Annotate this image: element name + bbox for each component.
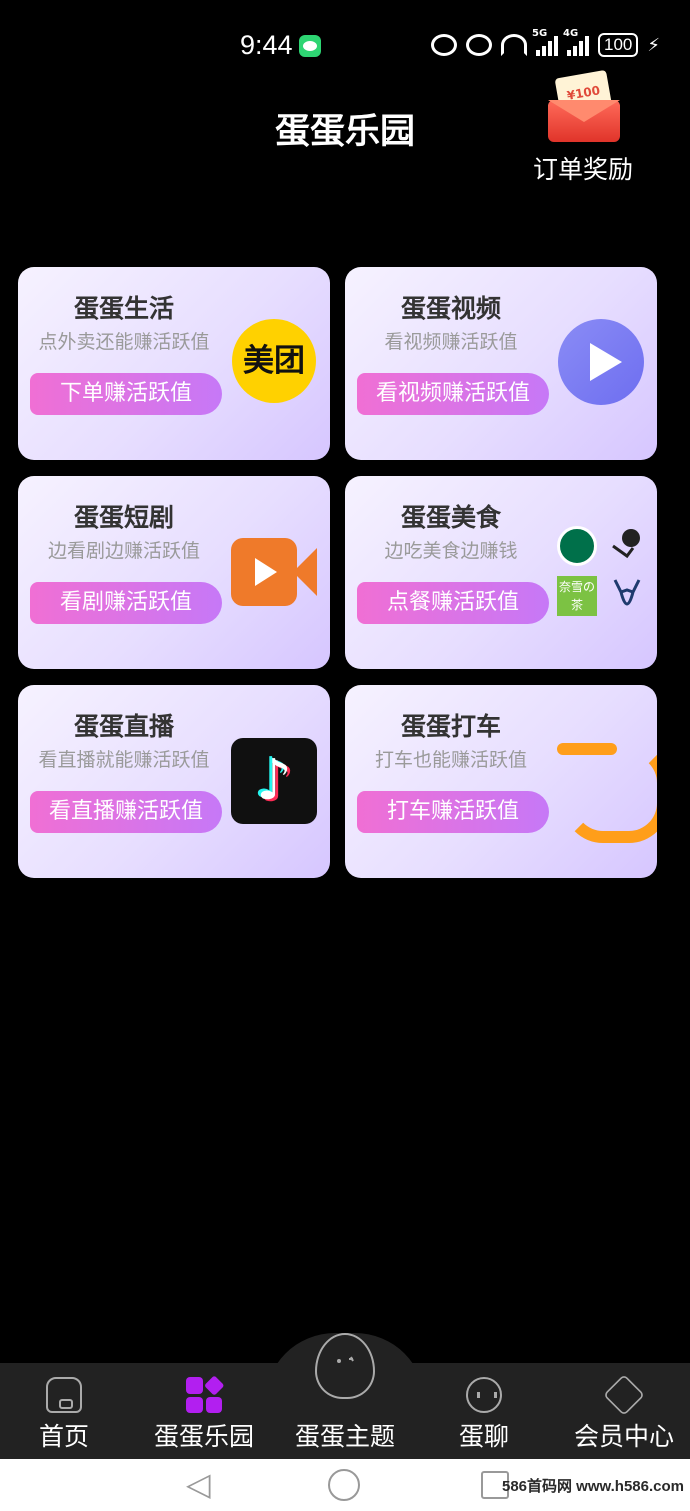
meituan-logo: 美团: [232, 319, 316, 403]
nav-item-chat[interactable]: 蛋聊: [415, 1363, 553, 1459]
card-subtitle: 看视频赚活跃值: [384, 331, 518, 353]
alarm-icon: [465, 34, 492, 56]
nav-label: 蛋蛋乐园: [153, 1422, 254, 1451]
order-reward-button[interactable]: ¥100 订单奖励: [522, 68, 644, 186]
nav-item-home[interactable]: 首页: [0, 1363, 133, 1459]
home-circle-icon[interactable]: [328, 1469, 360, 1501]
status-time: 9:44: [240, 30, 293, 60]
nayuki-logo: 奈雪の茶: [557, 576, 597, 616]
video-camera-icon: [231, 538, 317, 606]
order-reward-label: 订单奖励: [532, 155, 633, 184]
card-title: 蛋蛋打车: [400, 712, 501, 741]
card-subtitle: 打车也能赚活跃值: [374, 749, 527, 771]
red-envelope-icon: ¥100: [544, 68, 622, 146]
nav-item-park[interactable]: 蛋蛋乐园: [135, 1363, 273, 1459]
card-title: 蛋蛋直播: [73, 712, 174, 741]
play-icon: [558, 319, 644, 405]
card-subtitle: 看直播就能赚活跃值: [38, 749, 210, 771]
nav-label: 首页: [38, 1422, 89, 1451]
card-subtitle: 边吃美食边赚钱: [384, 540, 518, 562]
status-icons: 5G 4G 100 ⚡: [430, 28, 660, 60]
nav-label: 蛋蛋主题: [294, 1422, 395, 1451]
card-life[interactable]: 蛋蛋生活 点外卖还能赚活跃值 下单赚活跃值 美团: [18, 267, 330, 460]
card-video[interactable]: 蛋蛋视频 看视频赚活跃值 看视频赚活跃值: [345, 267, 657, 460]
battery-indicator: 100: [597, 33, 639, 57]
food-brands-logo: 奈雪の茶: [557, 526, 647, 616]
watch-drama-earn-button[interactable]: 看剧赚活跃值: [30, 582, 222, 624]
egg-icon: [315, 1333, 375, 1399]
signal-5g-icon: 5G: [532, 28, 558, 56]
home-icon: [46, 1377, 82, 1413]
card-taxi[interactable]: 蛋蛋打车 打车也能赚活跃值 打车赚活跃值: [345, 685, 657, 878]
watch-live-earn-button[interactable]: 看直播赚活跃值: [30, 791, 222, 833]
heytea-logo: [607, 526, 647, 566]
park-icon: [186, 1375, 224, 1413]
watch-video-earn-button[interactable]: 看视频赚活跃值: [357, 373, 549, 415]
card-title: 蛋蛋视频: [400, 294, 501, 323]
system-nav-bar: 586首码网 www.h586.com: [0, 1459, 690, 1511]
nav-item-vip[interactable]: 会员中心: [555, 1363, 690, 1459]
chat-icon: [466, 1377, 502, 1413]
card-subtitle: 边看剧边赚活跃值: [47, 540, 200, 562]
deer-logo: [607, 576, 647, 616]
tiktok-logo: ♪: [231, 738, 317, 824]
nav-label: 会员中心: [573, 1422, 674, 1451]
card-food[interactable]: 蛋蛋美食 边吃美食边赚钱 点餐赚活跃值 奈雪の茶: [345, 476, 657, 669]
order-earn-button[interactable]: 下单赚活跃值: [30, 373, 222, 415]
card-title: 蛋蛋美食: [400, 503, 501, 532]
bottom-nav: 首页 蛋蛋乐园 蛋蛋主题 蛋聊 会员中心: [0, 1333, 690, 1459]
wifi-icon: [500, 34, 527, 56]
didi-logo: [557, 743, 657, 843]
card-title: 蛋蛋生活: [73, 294, 174, 323]
wechat-icon: [299, 35, 321, 57]
card-live[interactable]: 蛋蛋直播 看直播就能赚活跃值 看直播赚活跃值 ♪: [18, 685, 330, 878]
card-subtitle: 点外卖还能赚活跃值: [38, 331, 210, 353]
eye-icon: [430, 34, 457, 56]
taxi-earn-button[interactable]: 打车赚活跃值: [357, 791, 549, 833]
vip-icon: [603, 1374, 645, 1416]
charging-icon: ⚡: [647, 34, 660, 56]
card-drama[interactable]: 蛋蛋短剧 边看剧边赚活跃值 看剧赚活跃值: [18, 476, 330, 669]
nav-item-theme[interactable]: 蛋蛋主题: [276, 1333, 414, 1459]
signal-4g-icon: 4G: [563, 28, 589, 56]
nav-label: 蛋聊: [458, 1422, 509, 1451]
watermark: 586首码网 www.h586.com: [501, 1478, 684, 1495]
order-meal-earn-button[interactable]: 点餐赚活跃值: [357, 582, 549, 624]
card-title: 蛋蛋短剧: [73, 503, 174, 532]
starbucks-logo: [557, 526, 597, 566]
